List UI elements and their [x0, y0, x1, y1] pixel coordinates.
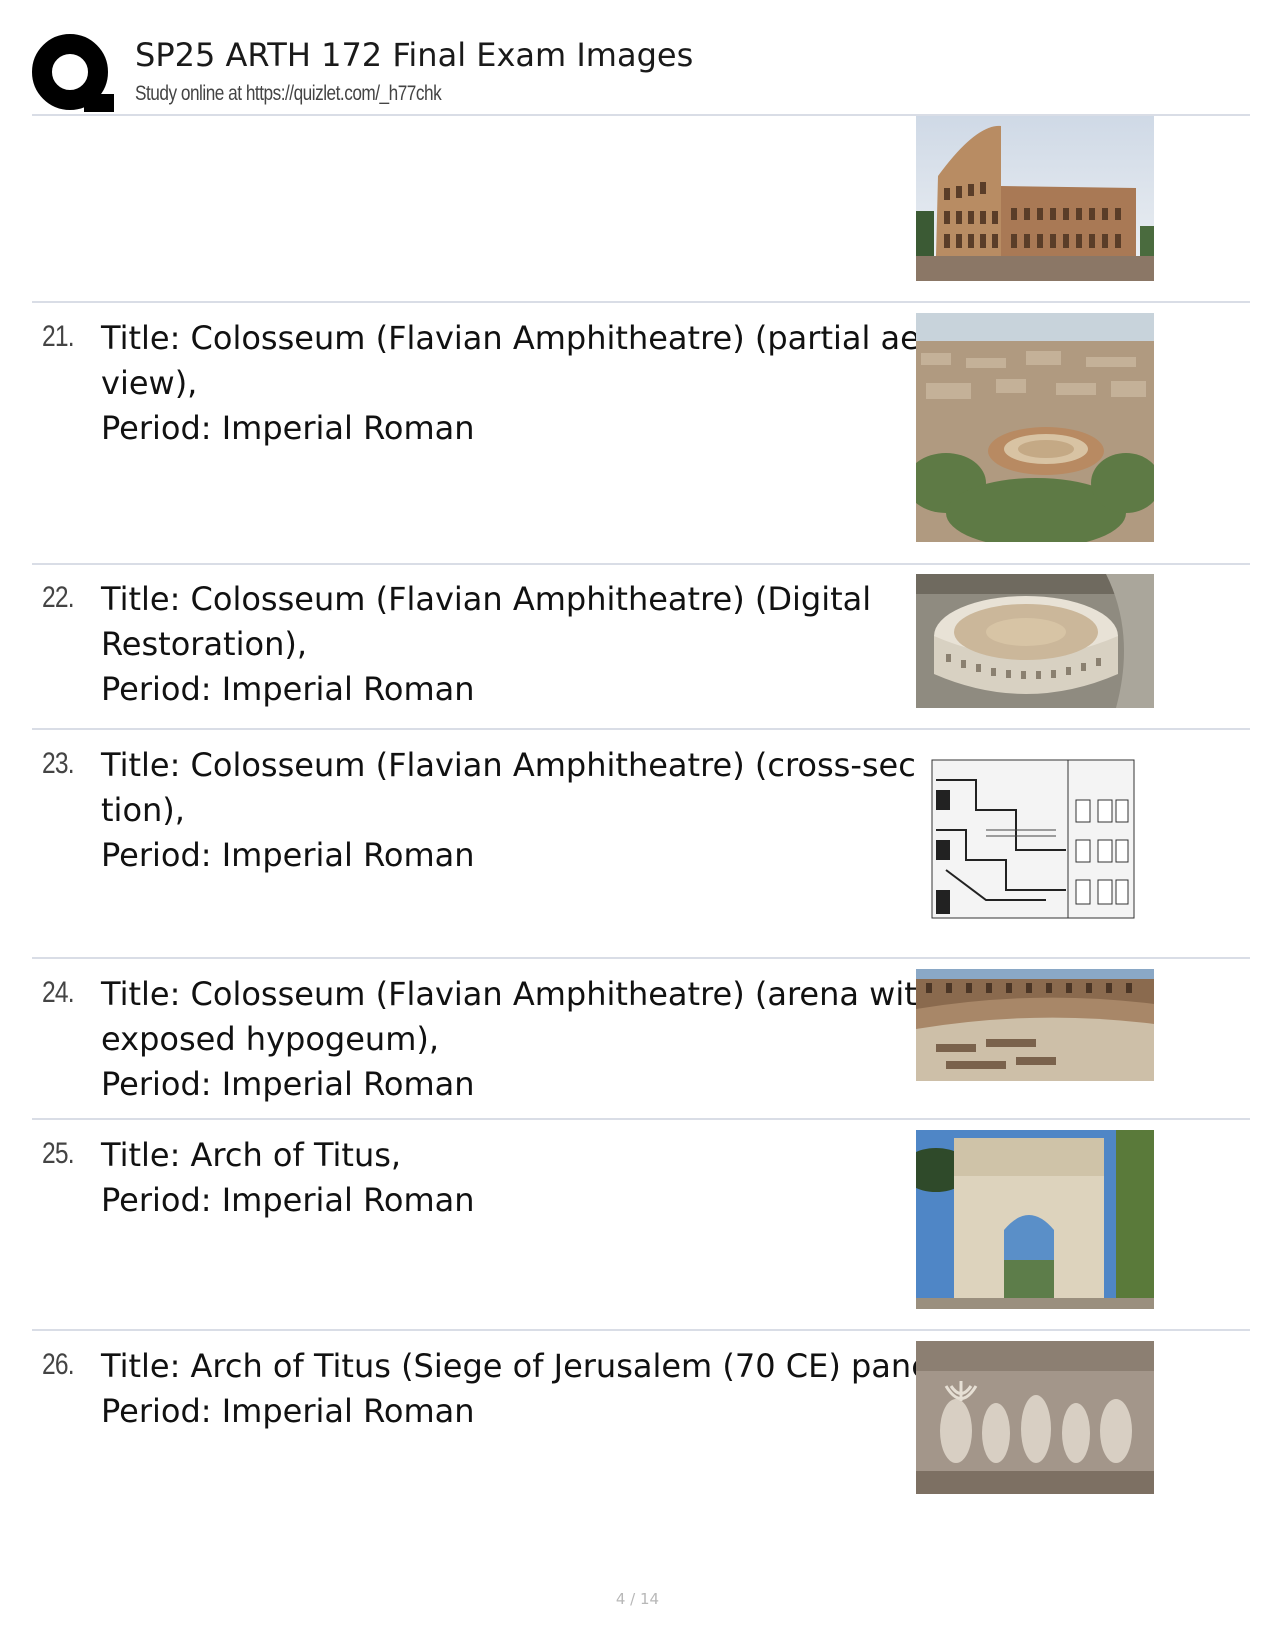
colosseum-exterior-image	[916, 116, 1154, 281]
colosseum-restoration-image	[916, 574, 1154, 708]
item-number: 23.	[42, 747, 75, 780]
document-title: SP25 ARTH 172 Final Exam Images	[135, 36, 694, 74]
item-text: Title: Colosseum (Flavian Amphitheatre) …	[101, 975, 938, 1103]
arch-of-titus-relief-image	[916, 1341, 1154, 1494]
study-online-link[interactable]: Study online at https://quizlet.com/_h77…	[135, 82, 442, 106]
divider	[32, 563, 1250, 565]
divider	[32, 1329, 1250, 1331]
divider	[32, 728, 1250, 730]
colosseum-cross-section-image	[916, 740, 1154, 935]
arch-of-titus-image	[916, 1130, 1154, 1309]
item-text: Title: Colosseum (Flavian Amphitheatre) …	[101, 580, 872, 708]
colosseum-aerial-image	[916, 313, 1154, 542]
item-number: 26.	[42, 1348, 75, 1381]
page-header: SP25 ARTH 172 Final Exam Images Study on…	[32, 30, 1242, 122]
divider	[32, 1118, 1250, 1120]
item-number: 21.	[42, 320, 75, 353]
item-number: 22.	[42, 581, 75, 614]
item-number: 25.	[42, 1137, 75, 1170]
item-text: Title: Arch of Titus, Period: Imperial Ro…	[101, 1136, 475, 1219]
colosseum-hypogeum-image	[916, 969, 1154, 1081]
item-number: 24.	[42, 976, 75, 1009]
item-text: Title: Arch of Titus (Siege of Jerusalem…	[101, 1347, 963, 1430]
page-number: 4 / 14	[615, 1590, 660, 1608]
item-text: Title: Colosseum (Flavian Amphitheatre) …	[101, 746, 928, 874]
divider	[32, 301, 1250, 303]
divider	[32, 957, 1250, 959]
quizlet-logo-icon	[32, 34, 114, 112]
item-text: Title: Colosseum (Flavian Amphitheatre) …	[101, 319, 971, 447]
